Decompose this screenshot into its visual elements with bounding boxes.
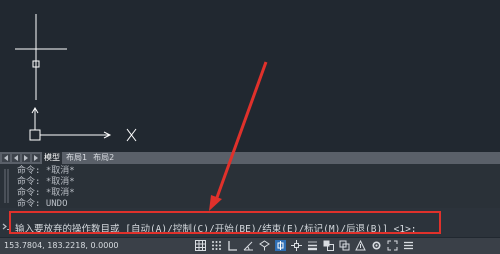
tab-layout2[interactable]: 布局2: [91, 152, 116, 164]
next-tab-button[interactable]: [22, 154, 30, 162]
customize-menu-icon[interactable]: [403, 240, 414, 251]
crosshair-cursor: [15, 14, 67, 100]
tab-layout1[interactable]: 布局1: [64, 152, 89, 164]
tab-model[interactable]: 模型: [42, 152, 62, 164]
grid-icon[interactable]: [195, 240, 206, 251]
last-tab-icon: [34, 155, 38, 161]
ortho-icon[interactable]: [227, 240, 238, 251]
status-toggles: [195, 239, 414, 252]
drawing-canvas[interactable]: [0, 0, 500, 152]
last-tab-button[interactable]: [32, 154, 40, 162]
isodraft-icon[interactable]: [259, 240, 270, 251]
coordinates-readout: 153.7804, 183.2218, 0.0000: [4, 241, 119, 250]
first-tab-button[interactable]: [2, 154, 10, 162]
workspace-gear-icon[interactable]: [371, 240, 382, 251]
canvas-graphics: [15, 14, 137, 142]
layout-tabs-bar: 模型 布局1 布局2: [0, 152, 500, 164]
next-tab-icon: [24, 155, 28, 161]
polar-icon[interactable]: [243, 240, 254, 251]
object-snap-tracking-icon[interactable]: [291, 240, 302, 251]
transparency-icon[interactable]: [323, 240, 334, 251]
ucs-icon: [29, 107, 137, 142]
history-line: 命令: *取消*: [17, 188, 75, 198]
command-history: [0, 164, 500, 208]
snap-icon[interactable]: [211, 240, 222, 251]
object-snap-icon[interactable]: [275, 240, 286, 251]
lineweight-icon[interactable]: [307, 240, 318, 251]
history-line: 命令: *取消*: [17, 177, 75, 187]
annotation-scale-icon[interactable]: [355, 240, 366, 251]
fullscreen-icon[interactable]: [387, 240, 398, 251]
history-grip-icon[interactable]: [3, 167, 13, 207]
highlight-box: [9, 211, 441, 234]
first-tab-icon: [4, 155, 8, 161]
prev-tab-icon: [14, 155, 18, 161]
prev-tab-button[interactable]: [12, 154, 20, 162]
history-line: 命令: *取消*: [17, 166, 75, 176]
selection-cycling-icon[interactable]: [339, 240, 350, 251]
